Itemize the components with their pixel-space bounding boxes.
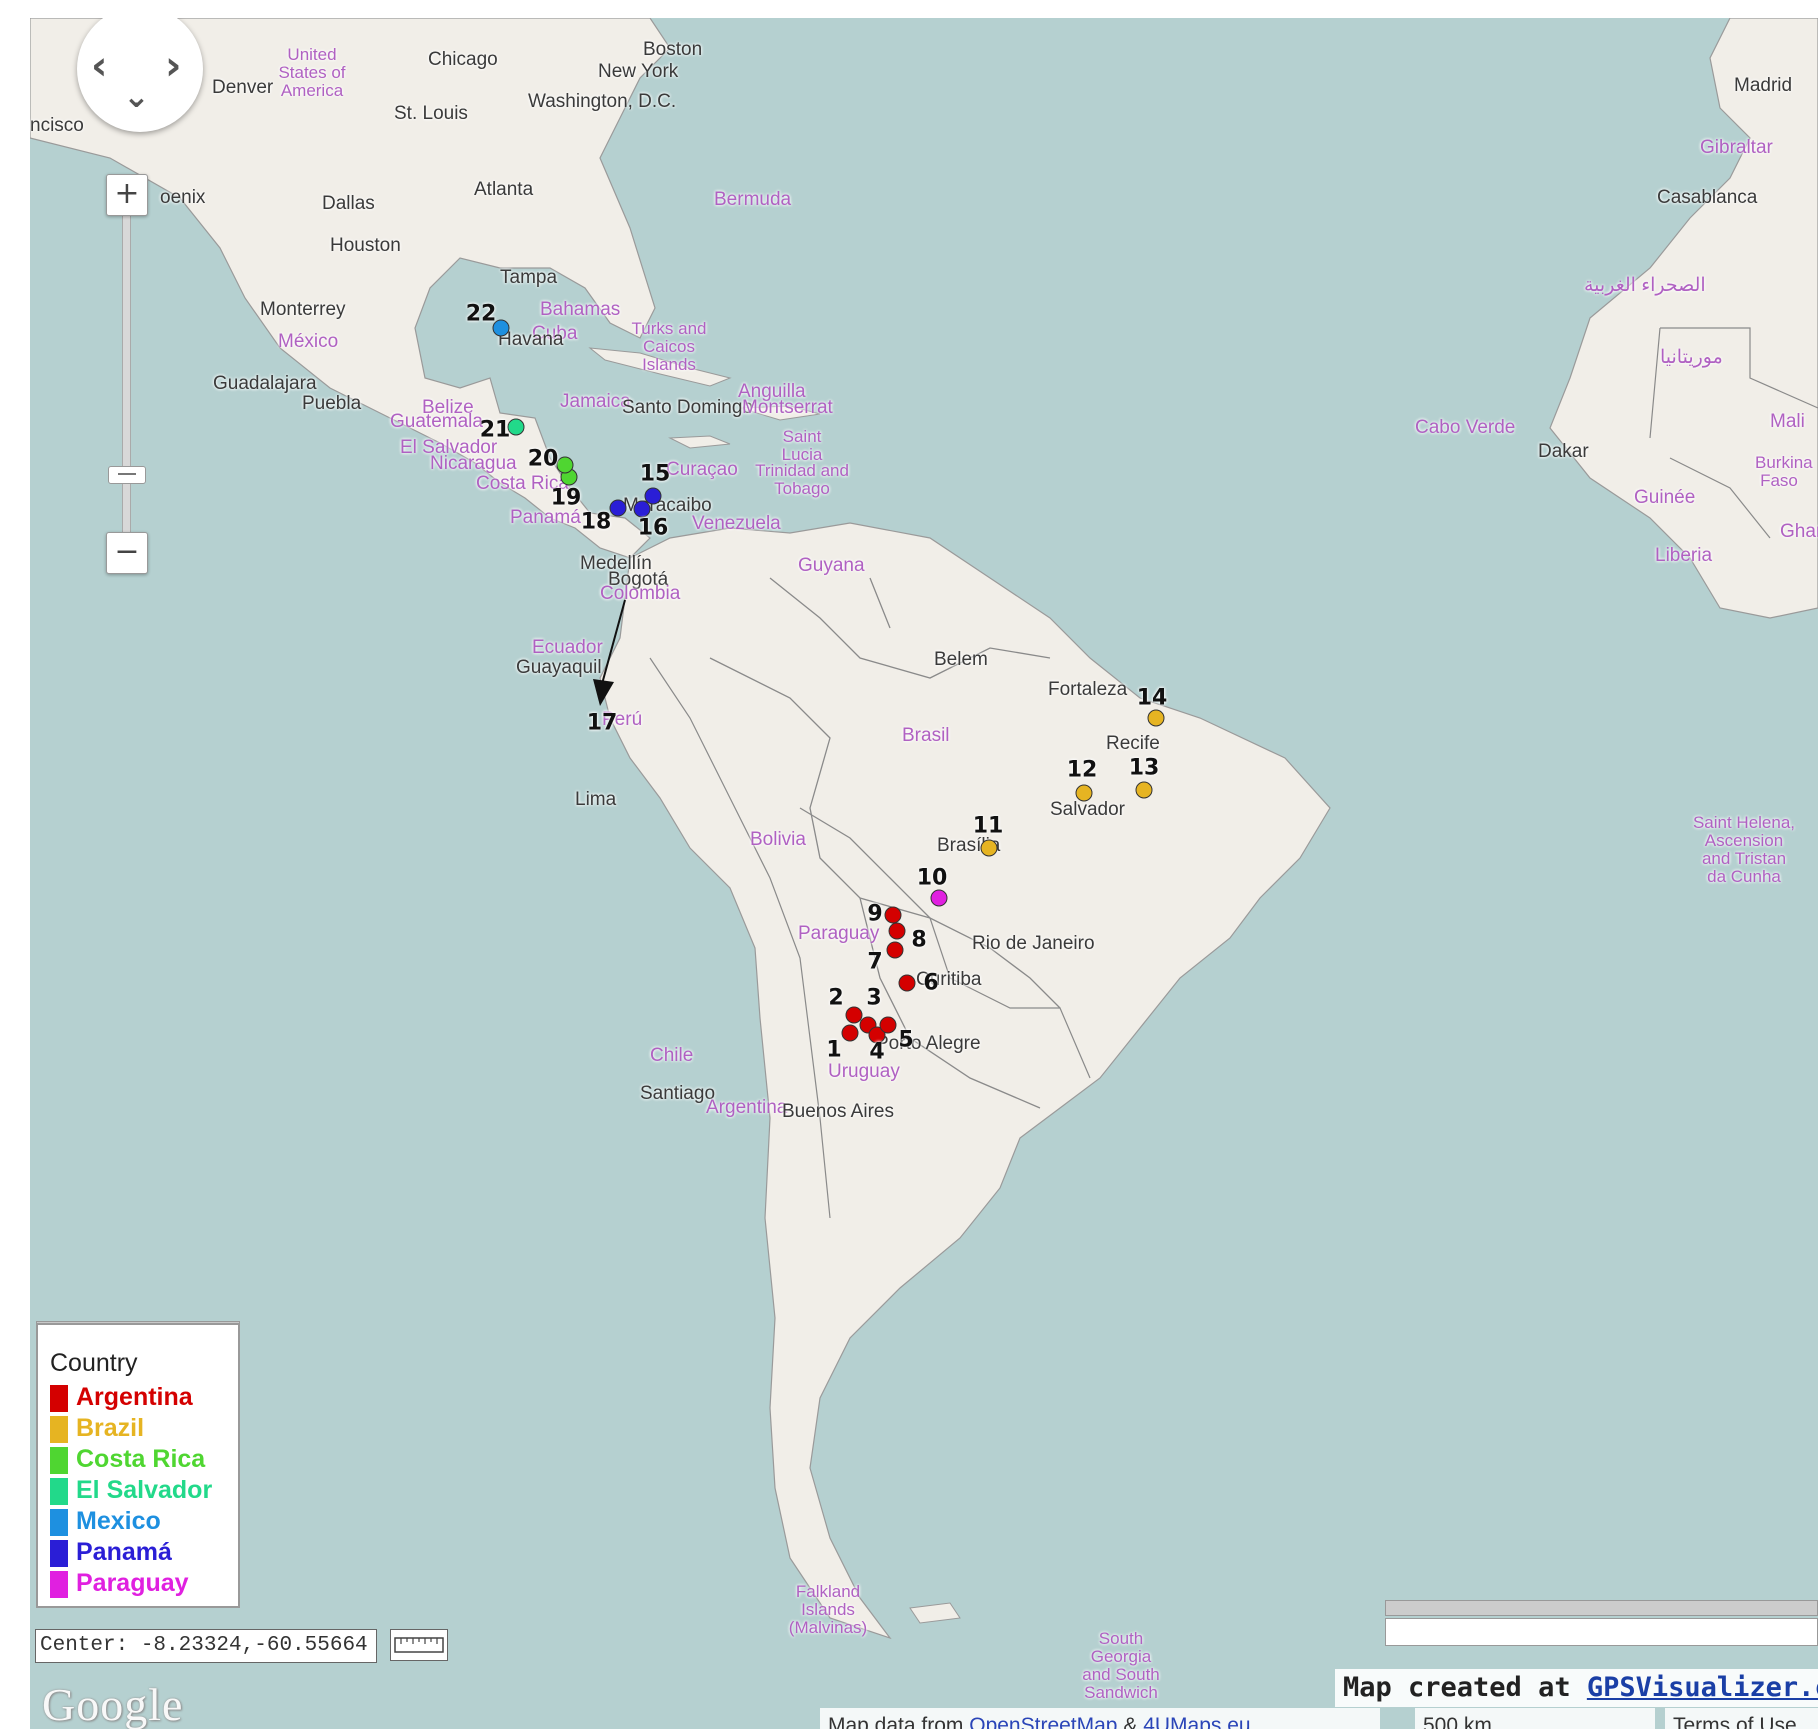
map-data-prefix: Map data from [828,1714,970,1729]
marker-14[interactable] [1147,709,1165,727]
marker-label-13: 13 [1128,755,1160,781]
credit-text: Map created at GPSVisualizer.com [1335,1669,1818,1707]
marker-9[interactable] [884,906,902,924]
legend-label: Brazil [76,1414,145,1442]
google-logo: Google [42,1679,184,1729]
legend-label: Paraguay [76,1569,189,1597]
legend-item-brazil: Brazil [50,1414,144,1443]
marker-label-12: 12 [1066,757,1098,783]
ruler-glyph [394,1637,444,1653]
chevron-right-icon[interactable]: › [165,46,181,86]
legend-label: Mexico [76,1507,161,1535]
marker-label-17: 17 [586,710,618,736]
zoom-out-button[interactable]: − [106,532,148,574]
marker-label-10: 10 [916,865,948,891]
marker-label-4: 4 [869,1039,885,1065]
legend-swatch [50,1508,68,1536]
legend-label: Panamá [76,1538,172,1566]
marker-label-7: 7 [867,949,883,975]
panel-title-bar[interactable] [1385,1600,1818,1616]
legend-swatch [50,1477,68,1505]
marker-label-8: 8 [911,927,927,953]
legend-item-panam-: Panamá [50,1538,172,1567]
legend-item-mexico: Mexico [50,1507,161,1536]
legend-swatch [50,1570,68,1598]
legend-label: Costa Rica [76,1445,206,1473]
marker-label-16: 16 [637,515,669,541]
marker-label-20: 20 [527,446,559,472]
marker-label-21: 21 [479,417,511,443]
marker-11[interactable] [980,839,998,857]
marker-20[interactable] [556,456,574,474]
marker-1[interactable] [841,1024,859,1042]
marker-13[interactable] [1135,781,1153,799]
marker-8[interactable] [888,922,906,940]
zoom-slider-track[interactable] [122,213,131,543]
marker-18[interactable] [609,499,627,517]
legend-swatch [50,1446,68,1474]
legend-item-el-salvador: El Salvador [50,1476,212,1505]
marker-6[interactable] [898,974,916,992]
marker-label-2: 2 [828,985,844,1011]
legend-swatch [50,1539,68,1567]
marker-label-3: 3 [866,985,882,1011]
marker-label-15: 15 [639,461,671,487]
marker-label-14: 14 [1136,685,1168,711]
panel-box [1385,1618,1818,1646]
zoom-slider-handle[interactable] [108,466,146,484]
legend-label: Argentina [76,1383,193,1411]
credit-prefix: Map created at [1343,1672,1587,1703]
chevron-left-icon[interactable]: ‹ [91,46,107,86]
marker-label-18: 18 [580,509,612,535]
zoom-in-button[interactable]: + [106,174,148,216]
marker-label-22: 22 [465,301,497,327]
map-data-amp: & [1117,1714,1144,1729]
marker-7[interactable] [886,941,904,959]
marker-label-11: 11 [972,813,1004,839]
legend-item-costa-rica: Costa Rica [50,1445,205,1474]
marker-label-1: 1 [826,1037,842,1063]
gpsvisualizer-link[interactable]: GPSVisualizer.com [1587,1672,1818,1703]
marker-label-6: 6 [923,970,939,996]
center-readout: Center: -8.23324,-60.55664 [35,1629,377,1663]
scale-bar: 500 km [1415,1708,1655,1729]
chevron-down-icon[interactable]: ⌄ [123,80,150,112]
marker-label-5: 5 [898,1027,914,1053]
marker-label-19: 19 [550,485,582,511]
legend-item-paraguay: Paraguay [50,1569,189,1598]
legend: Country Argentina Brazil Costa Rica El Salv… [36,1323,240,1608]
scale-label: 500 km [1423,1714,1492,1729]
map-data-attribution: Map data from OpenStreetMap & 4UMaps.eu [820,1708,1380,1729]
marker-10[interactable] [930,889,948,907]
terms-of-use-link[interactable]: Terms of Use [1665,1708,1818,1729]
legend-swatch [50,1415,68,1443]
openstreetmap-link[interactable]: OpenStreetMap [969,1714,1117,1729]
marker-label-9: 9 [867,901,883,927]
4umaps-link[interactable]: 4UMaps.eu [1143,1714,1250,1729]
marker-5[interactable] [879,1016,897,1034]
ruler-icon[interactable] [390,1629,448,1661]
arrow-head-icon [593,679,614,706]
legend-label: El Salvador [76,1476,213,1504]
marker-12[interactable] [1075,784,1093,802]
legend-title: Country [50,1349,138,1377]
legend-swatch [50,1384,68,1412]
route-line [601,599,626,685]
legend-item-argentina: Argentina [50,1383,193,1412]
map-canvas[interactable]: Chicago Boston New York Washington, D.C. St.… [30,18,1818,1729]
